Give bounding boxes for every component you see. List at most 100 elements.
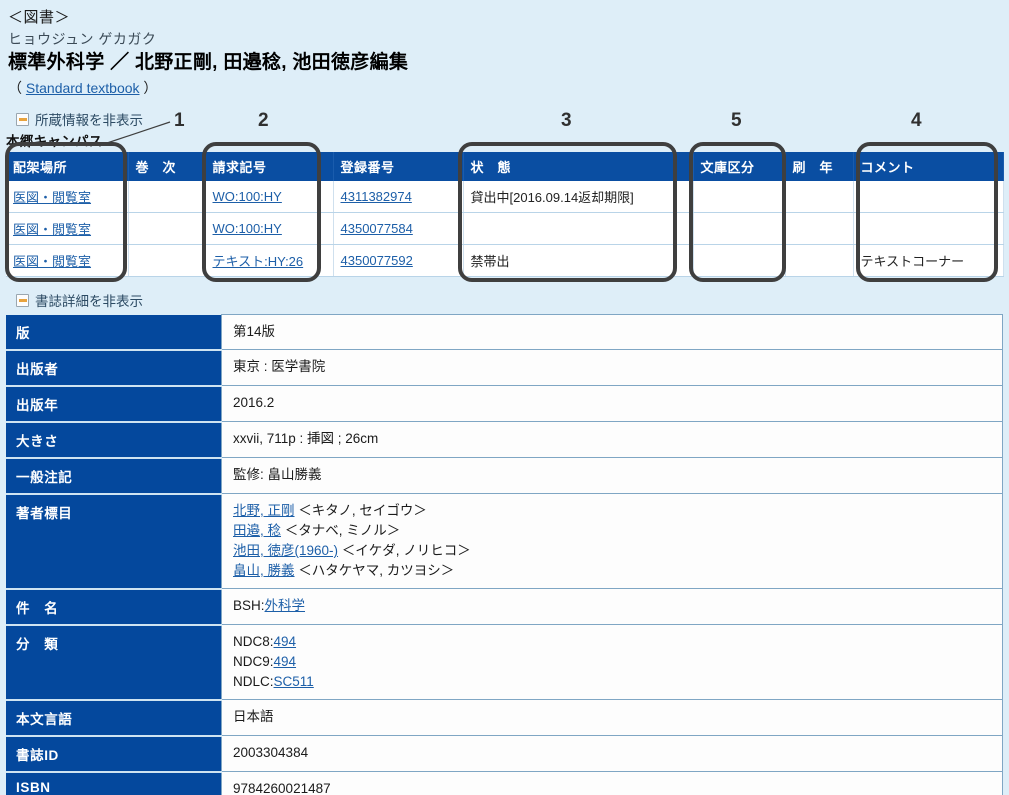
biblio-value-size: xxvii, 711p : 挿図 ; 26cm	[221, 421, 1003, 458]
subject-link[interactable]: 外科学	[265, 598, 306, 613]
author-entry: 畠山, 勝義 ＜ハタケヤマ, カツヨシ＞	[233, 561, 1002, 581]
minus-box-icon[interactable]	[16, 293, 29, 307]
biblio-row-classification: 分 類 NDC8:494 NDC9:494 NDLC:SC511	[6, 624, 1003, 701]
call-number-link[interactable]: WO:100:HY	[213, 189, 282, 204]
biblio-row-isbn: ISBN 9784260021487	[6, 771, 1003, 795]
cell-status: 禁帯出	[463, 244, 694, 277]
column-header-location: 配架場所	[6, 152, 129, 181]
cell-print-year	[785, 212, 854, 245]
cell-collection-class	[693, 212, 786, 245]
biblio-value-edition: 第14版	[221, 314, 1003, 350]
biblio-value-pubyear: 2016.2	[221, 385, 1003, 422]
author-link[interactable]: 畠山, 勝義	[233, 563, 295, 578]
column-header-comment: コメント	[853, 152, 1004, 181]
biblio-label-isbn: ISBN	[6, 771, 222, 795]
cell-collection-class	[693, 181, 786, 213]
classification-link[interactable]: 494	[274, 634, 297, 649]
cell-call-number: WO:100:HY	[205, 181, 334, 213]
subject-prefix: BSH:	[233, 598, 265, 613]
series-paren-open: （	[8, 80, 22, 96]
annotation-number-4: 4	[911, 110, 922, 131]
annotation-number-3: 3	[561, 110, 572, 131]
biblio-value-subject: BSH:外科学	[221, 588, 1003, 625]
author-link[interactable]: 池田, 徳彦(1960-)	[233, 543, 338, 558]
author-link[interactable]: 田邉, 稔	[233, 523, 281, 538]
cell-call-number: WO:100:HY	[205, 212, 334, 245]
biblio-row-edition: 版 第14版	[6, 314, 1003, 351]
table-row: 医図・閲覧室 WO:100:HY 4350077584	[6, 212, 1004, 245]
classification-entry: NDC9:494	[233, 652, 1002, 672]
location-link[interactable]: 医図・閲覧室	[13, 190, 91, 205]
column-header-reg-number: 登録番号	[333, 152, 464, 181]
cell-registration-number: 4350077584	[333, 212, 464, 245]
biblio-value-authors: 北野, 正剛 ＜キタノ, セイゴウ＞ 田邉, 稔 ＜タナベ, ミノル＞ 池田, …	[221, 493, 1003, 589]
location-link[interactable]: 医図・閲覧室	[13, 222, 91, 237]
cell-status	[463, 212, 694, 245]
series-line: （ Standard textbook ）	[8, 78, 1009, 98]
author-reading: ＜キタノ, セイゴウ＞	[298, 503, 427, 518]
biblio-value-language: 日本語	[221, 699, 1003, 736]
biblio-label-authors: 著者標目	[6, 493, 222, 590]
cell-call-number: テキスト:HY:26	[205, 244, 334, 277]
biblio-label-pubyear: 出版年	[6, 385, 222, 423]
classification-entry: NDLC:SC511	[233, 672, 1002, 692]
biblio-label-size: 大きさ	[6, 421, 222, 459]
biblio-row-publisher: 出版者 東京 : 医学書院	[6, 349, 1003, 387]
classification-link[interactable]: SC511	[274, 674, 314, 689]
biblio-row-bibid: 書誌ID 2003304384	[6, 735, 1003, 773]
biblio-row-language: 本文言語 日本語	[6, 699, 1003, 737]
cell-print-year	[785, 244, 854, 277]
classification-link[interactable]: 494	[274, 654, 297, 669]
title-reading: ヒョウジュン ゲカガク	[8, 31, 157, 47]
biblio-value-classification: NDC8:494 NDC9:494 NDLC:SC511	[221, 624, 1003, 700]
biblio-table-container: 版 第14版 出版者 東京 : 医学書院 出版年 2016.2 大きさ xxvi…	[6, 314, 1003, 795]
registration-number-link[interactable]: 4311382974	[341, 189, 412, 204]
series-paren-close: ）	[143, 80, 158, 96]
cell-volume	[128, 244, 206, 277]
cell-location: 医図・閲覧室	[6, 181, 129, 213]
author-link[interactable]: 北野, 正剛	[233, 503, 295, 518]
biblio-toggle-label: 書誌詳細を非表示	[35, 294, 143, 309]
author-reading: ＜イケダ, ノリヒコ＞	[341, 543, 471, 558]
series-link[interactable]: Standard textbook	[26, 80, 140, 96]
biblio-label-language: 本文言語	[6, 699, 222, 737]
cell-location: 医図・閲覧室	[6, 212, 129, 245]
minus-box-icon[interactable]	[16, 112, 29, 126]
annotation-leader-line	[103, 121, 171, 145]
author-entry: 田邉, 稔 ＜タナベ, ミノル＞	[233, 521, 1002, 541]
table-row: 医図・閲覧室 WO:100:HY 4311382974 貸出中[2016.09.…	[6, 181, 1004, 213]
call-number-link[interactable]: テキスト:HY:26	[213, 254, 304, 269]
biblio-label-note: 一般注記	[6, 457, 222, 495]
registration-number-link[interactable]: 4350077592	[341, 253, 413, 268]
author-reading: ＜ハタケヤマ, カツヨシ＞	[298, 563, 455, 578]
column-header-volume: 巻 次	[128, 152, 206, 181]
cell-print-year	[785, 181, 854, 213]
author-entry: 北野, 正剛 ＜キタノ, セイゴウ＞	[233, 501, 1002, 521]
page-title: 標準外科学 ／ 北野正剛, 田邉稔, 池田徳彦編集	[8, 52, 409, 73]
column-header-call-number: 請求記号	[205, 152, 334, 181]
biblio-row-authors: 著者標目 北野, 正剛 ＜キタノ, セイゴウ＞ 田邉, 稔 ＜タナベ, ミノル＞…	[6, 493, 1003, 590]
holdings-table-container: 配架場所 巻 次 請求記号 登録番号 状 態 文庫区分 刷 年 コメント 医図・…	[6, 152, 1004, 277]
holdings-header-row: 配架場所 巻 次 請求記号 登録番号 状 態 文庫区分 刷 年 コメント	[6, 152, 1004, 181]
biblio-label-publisher: 出版者	[6, 349, 222, 387]
biblio-value-bibid: 2003304384	[221, 735, 1003, 772]
biblio-table: 版 第14版 出版者 東京 : 医学書院 出版年 2016.2 大きさ xxvi…	[6, 314, 1003, 795]
registration-number-link[interactable]: 4350077584	[341, 221, 413, 236]
call-number-link[interactable]: WO:100:HY	[213, 221, 282, 236]
table-row: 医図・閲覧室 テキスト:HY:26 4350077592 禁帯出 テキストコーナ…	[6, 244, 1004, 277]
biblio-label-subject: 件 名	[6, 588, 222, 626]
cell-comment	[853, 181, 1004, 213]
catalog-record-page: ＜図書＞ ヒョウジュン ゲカガク 標準外科学 ／ 北野正剛, 田邉稔, 池田徳彦…	[0, 0, 1009, 795]
biblio-value-isbn: 9784260021487	[221, 771, 1003, 795]
location-link[interactable]: 医図・閲覧室	[13, 254, 91, 269]
cell-status: 貸出中[2016.09.14返却期限]	[463, 181, 694, 213]
biblio-row-pubyear: 出版年 2016.2	[6, 385, 1003, 423]
biblio-value-note: 監修: 畠山勝義	[221, 457, 1003, 494]
author-reading: ＜タナベ, ミノル＞	[284, 523, 401, 538]
record-title-block: ＜図書＞ ヒョウジュン ゲカガク 標準外科学 ／ 北野正剛, 田邉稔, 池田徳彦…	[0, 0, 1009, 98]
column-header-print-year: 刷 年	[785, 152, 854, 181]
cell-comment	[853, 212, 1004, 245]
biblio-toggle[interactable]: 書誌詳細を非表示	[16, 290, 1009, 310]
column-header-collection: 文庫区分	[693, 152, 786, 181]
biblio-value-publisher: 東京 : 医学書院	[221, 349, 1003, 386]
